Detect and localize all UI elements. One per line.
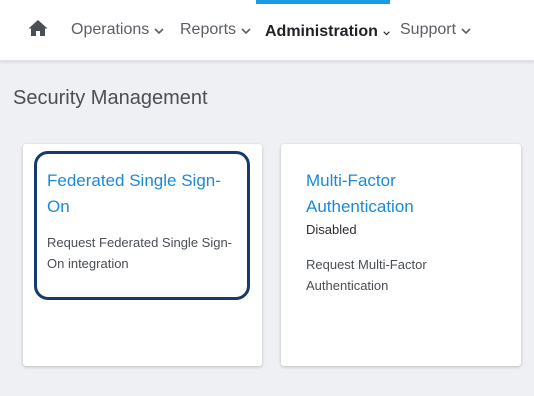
card-federated-sso[interactable]: Federated Single Sign-On Request Federat… [23,144,262,366]
chevron-down-icon [383,31,390,36]
chevron-down-icon [154,28,164,35]
chevron-down-icon [461,28,471,35]
card-description: Request Federated Single Sign-On integra… [47,235,233,271]
nav-support[interactable]: Support [400,0,471,60]
card-description: Request Multi-Factor Authentication [306,257,427,293]
chevron-down-icon [241,28,251,35]
page-title: Security Management [13,87,208,109]
home-icon[interactable] [27,18,49,38]
nav-operations-label: Operations [71,21,150,38]
card-title-link[interactable]: Federated Single Sign-On [47,168,237,220]
nav-reports-label: Reports [180,21,237,38]
nav-administration-label: Administration [265,23,378,40]
nav-administration[interactable]: Administration [256,0,390,60]
card-title-link[interactable]: Multi-Factor Authentication [306,168,496,220]
nav-support-label: Support [400,21,457,38]
nav-operations[interactable]: Operations [71,0,164,60]
top-navigation: Operations Reports Administration Suppor… [0,0,534,61]
nav-reports[interactable]: Reports [180,0,251,60]
card-multi-factor-auth[interactable]: Multi-Factor Authentication Disabled Req… [281,144,521,366]
status-text: Disabled [306,222,357,237]
